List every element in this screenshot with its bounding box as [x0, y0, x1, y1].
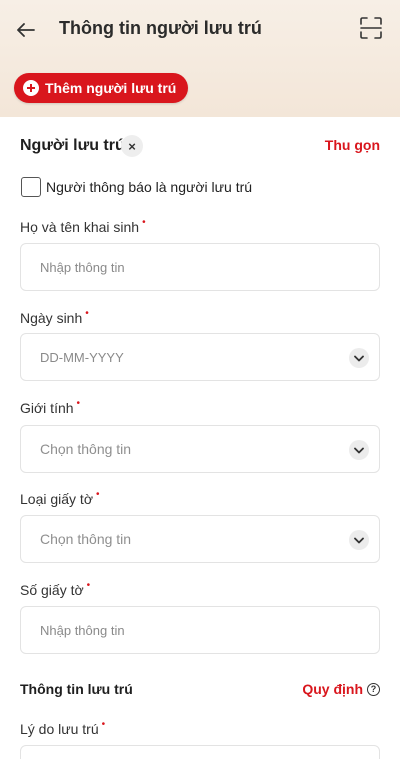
chevron-down-icon — [349, 348, 369, 368]
rules-link[interactable]: Quy định ? — [302, 681, 380, 697]
chevron-down-icon — [349, 530, 369, 550]
dob-label-text: Ngày sinh — [20, 310, 83, 326]
dob-placeholder: DD-MM-YYYY — [40, 350, 124, 365]
full-name-label: Họ và tên khai sinh • — [20, 217, 146, 235]
chevron-down-icon — [349, 440, 369, 460]
rules-link-label: Quy định — [302, 681, 363, 697]
full-name-field[interactable]: Nhập thông tin — [20, 243, 380, 291]
doc-number-label-text: Số giấy tờ — [20, 582, 84, 598]
doc-type-label: Loại giấy tờ • — [20, 489, 100, 507]
gender-label-text: Giới tính — [20, 400, 74, 416]
dob-label: Ngày sinh • — [20, 308, 89, 326]
remove-resident-button[interactable]: × — [121, 135, 143, 157]
doc-type-placeholder: Chọn thông tin — [40, 531, 132, 547]
stay-reason-label: Lý do lưu trú • — [20, 719, 106, 737]
required-mark: • — [96, 489, 100, 500]
doc-type-label-text: Loại giấy tờ — [20, 491, 94, 507]
stay-reason-label-text: Lý do lưu trú — [20, 721, 99, 737]
doc-number-field[interactable]: Nhập thông tin — [20, 606, 380, 654]
doc-number-label: Số giấy tờ • — [20, 580, 91, 598]
add-resident-button[interactable]: Thêm người lưu trú — [14, 73, 189, 103]
collapse-link[interactable]: Thu gọn — [325, 137, 380, 153]
page-title: Thông tin người lưu trú — [59, 18, 262, 38]
doc-type-select[interactable]: Chọn thông tin — [20, 515, 380, 563]
required-mark: • — [76, 398, 81, 409]
doc-number-placeholder: Nhập thông tin — [40, 623, 125, 638]
resident-section-title: Người lưu trú — [20, 137, 125, 154]
resident-section-header: Người lưu trú × Thu gọn — [20, 135, 380, 157]
gender-placeholder: Chọn thông tin — [40, 441, 132, 457]
full-name-label-text: Họ và tên khai sinh — [20, 219, 140, 235]
gender-select[interactable]: Chọn thông tin — [20, 425, 380, 473]
notifier-is-resident-label: Người thông báo là người lưu trú — [46, 179, 253, 195]
plus-circle-icon — [23, 80, 39, 96]
required-mark: • — [86, 580, 91, 591]
arrow-left-icon — [17, 23, 35, 37]
dob-field[interactable]: DD-MM-YYYY — [20, 333, 380, 381]
required-mark: • — [85, 308, 89, 319]
scan-icon — [360, 17, 382, 39]
scan-button[interactable] — [360, 17, 384, 41]
back-button[interactable] — [12, 16, 40, 44]
required-mark: • — [101, 719, 106, 730]
question-icon: ? — [367, 682, 380, 696]
required-mark: • — [142, 217, 146, 228]
stay-section-title: Thông tin lưu trú — [20, 681, 133, 697]
stay-reason-field[interactable] — [20, 745, 380, 759]
stay-section-header: Thông tin lưu trú Quy định ? — [20, 681, 380, 701]
app-header: Thông tin người lưu trú — [0, 0, 400, 60]
gender-label: Giới tính • — [20, 398, 81, 416]
add-resident-label: Thêm người lưu trú — [45, 80, 177, 96]
notifier-is-resident-checkbox[interactable] — [21, 177, 41, 197]
notifier-is-resident-row: Người thông báo là người lưu trú — [21, 177, 252, 197]
full-name-placeholder: Nhập thông tin — [40, 260, 125, 275]
